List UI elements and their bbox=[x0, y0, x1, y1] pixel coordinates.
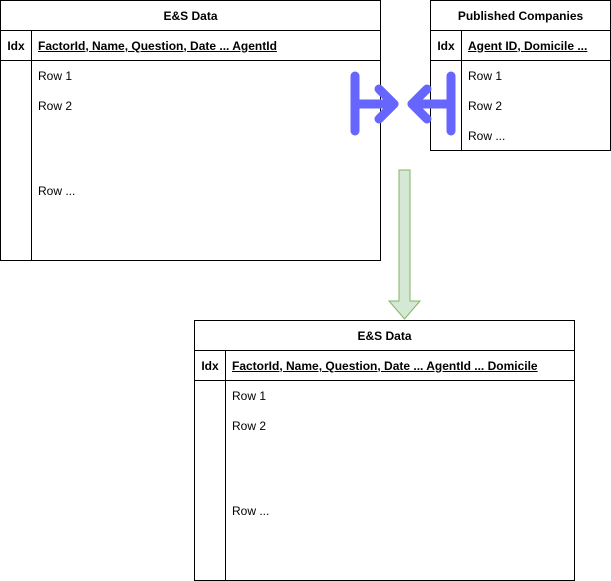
down-arrow-icon bbox=[387, 169, 422, 320]
diagram-graphics bbox=[350, 71, 456, 320]
join-icon bbox=[350, 71, 456, 136]
